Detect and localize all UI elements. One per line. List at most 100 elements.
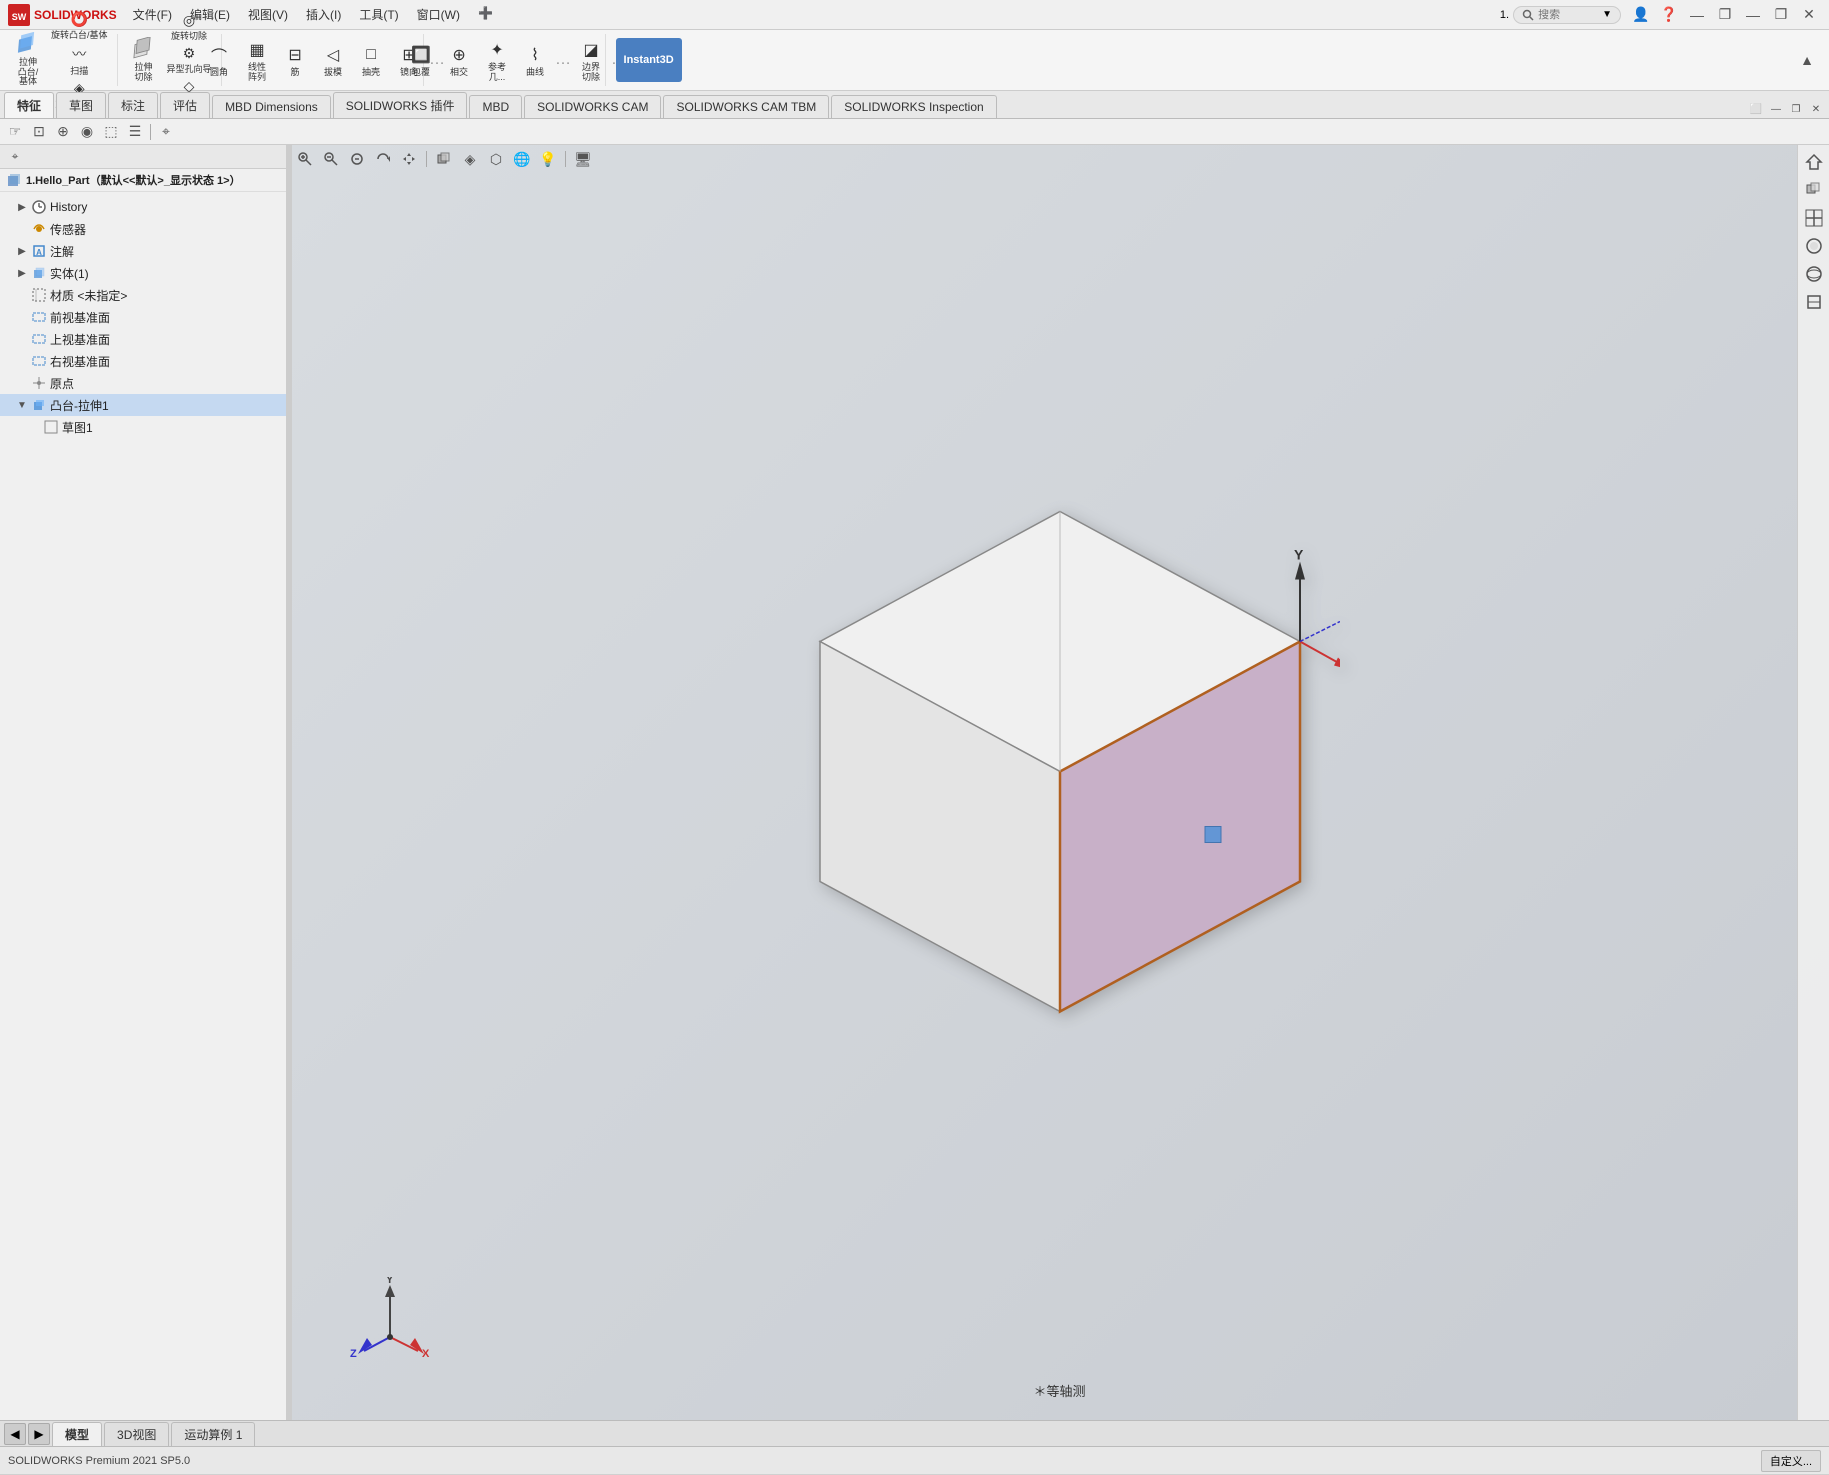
- tab-motion1[interactable]: 运动算例 1: [171, 1422, 255, 1446]
- draft-button[interactable]: ◁ 拔模: [315, 41, 351, 80]
- rmini-section-button[interactable]: [1801, 205, 1827, 231]
- rib-button[interactable]: ⊟ 筋: [277, 41, 313, 80]
- material-expand-icon[interactable]: [16, 289, 28, 301]
- zoom-view-button[interactable]: [346, 148, 368, 170]
- filter-icon-button[interactable]: ⌖: [4, 146, 26, 168]
- rmini-home-button[interactable]: [1801, 149, 1827, 175]
- rmini-decals-button[interactable]: [1801, 289, 1827, 315]
- tab-sw-addins[interactable]: SOLIDWORKS 插件: [333, 92, 468, 118]
- shell-button[interactable]: □ 抽壳: [353, 41, 389, 80]
- zoom-area-button[interactable]: [294, 148, 316, 170]
- view-orientation-button[interactable]: ◈: [459, 148, 481, 170]
- tab-sw-cam[interactable]: SOLIDWORKS CAM: [524, 95, 661, 118]
- annotation-expand-icon[interactable]: ▶: [16, 245, 28, 257]
- search-bar[interactable]: ▼: [1513, 6, 1621, 24]
- filter-button[interactable]: ⌖: [155, 121, 177, 143]
- linear-pattern-button[interactable]: ▦ 线性阵列: [239, 36, 275, 85]
- top-plane-expand-icon[interactable]: [16, 333, 28, 345]
- right-plane-expand-icon[interactable]: [16, 355, 28, 367]
- nav-next-button[interactable]: ▶: [28, 1423, 50, 1445]
- tab-sketch[interactable]: 草图: [56, 92, 106, 118]
- tree-item-sketch1[interactable]: 草图1: [0, 416, 289, 438]
- sensor-expand-icon[interactable]: [16, 223, 28, 235]
- tab-evaluate[interactable]: 评估: [160, 92, 210, 118]
- panel-min-button[interactable]: ⬜: [1747, 100, 1765, 118]
- tree-item-right-plane[interactable]: 右视基准面: [0, 350, 289, 372]
- nav-prev-button[interactable]: ◀: [4, 1423, 26, 1445]
- search-input[interactable]: [1538, 9, 1598, 21]
- boss-extrude-expand-icon[interactable]: ▼: [16, 399, 28, 411]
- zoom-select-button[interactable]: ⊡: [28, 121, 50, 143]
- wrap-button[interactable]: 🔲 包覆: [403, 41, 439, 80]
- help-icon[interactable]: ❓: [1657, 3, 1681, 27]
- sub-restore-button[interactable]: ❐: [1769, 3, 1793, 27]
- rotate-view-button[interactable]: [372, 148, 394, 170]
- sketch1-expand-icon[interactable]: [28, 421, 40, 433]
- display-mode-button[interactable]: ◉: [76, 121, 98, 143]
- menu-view[interactable]: 视图(V): [240, 4, 296, 25]
- boundary-cut-button[interactable]: ◪ 边界切除: [573, 36, 609, 85]
- menu-window[interactable]: 窗口(W): [409, 4, 468, 25]
- tab-features[interactable]: 特征: [4, 92, 54, 118]
- tree-item-front-plane[interactable]: 前视基准面: [0, 306, 289, 328]
- tab-model[interactable]: 模型: [52, 1422, 102, 1446]
- rmini-environment-button[interactable]: [1801, 261, 1827, 287]
- toolbar-collapse-button[interactable]: ▲: [1797, 50, 1817, 70]
- tree-item-material[interactable]: 材质 <未指定>: [0, 284, 289, 306]
- sub-minimize-button[interactable]: —: [1741, 3, 1765, 27]
- tab-markup[interactable]: 标注: [108, 92, 158, 118]
- close-button[interactable]: ✕: [1797, 3, 1821, 27]
- tree-item-boss-extrude[interactable]: ▼ 凸台-拉伸1: [0, 394, 289, 416]
- instant3d-button[interactable]: Instant3D: [616, 38, 682, 82]
- tab-sw-cam-tbm[interactable]: SOLIDWORKS CAM TBM: [663, 95, 829, 118]
- view-section-button[interactable]: ⬡: [485, 148, 507, 170]
- panel-max-button[interactable]: ❐: [1787, 100, 1805, 118]
- tree-item-origin[interactable]: 原点: [0, 372, 289, 394]
- view-display-button[interactable]: 🖥: [572, 148, 594, 170]
- history-expand-icon[interactable]: ▶: [16, 201, 28, 213]
- part-header[interactable]: 1.Hello_Part（默认<<默认>_显示状态 1>）: [0, 169, 289, 192]
- crosshair-button[interactable]: ⊕: [52, 121, 74, 143]
- view-realview-button[interactable]: 🌐: [511, 148, 533, 170]
- viewport[interactable]: ◈ ⬡ 🌐 💡 🖥: [290, 145, 1829, 1420]
- tab-mbd-dimensions[interactable]: MBD Dimensions: [212, 95, 331, 118]
- view-shadow-button[interactable]: 💡: [537, 148, 559, 170]
- pan-view-button[interactable]: [398, 148, 420, 170]
- panel-splitter[interactable]: [286, 145, 292, 1420]
- tab-sw-inspection[interactable]: SOLIDWORKS Inspection: [831, 95, 996, 118]
- display-style-button[interactable]: [433, 148, 455, 170]
- extrude-cut-button[interactable]: 拉伸切除: [126, 36, 162, 85]
- curves-button[interactable]: ⌇ 曲线: [517, 41, 553, 80]
- front-plane-expand-icon[interactable]: [16, 311, 28, 323]
- ref-geo-button[interactable]: ✦ 参考几...: [479, 36, 515, 85]
- tree-item-sensor[interactable]: 传感器: [0, 218, 289, 240]
- select-tool-button[interactable]: ☞: [4, 121, 26, 143]
- rmini-appearance-button[interactable]: [1801, 233, 1827, 259]
- tree-item-top-plane[interactable]: 上视基准面: [0, 328, 289, 350]
- menu-tools[interactable]: 工具(T): [351, 4, 406, 25]
- tree-item-history[interactable]: ▶ History: [0, 196, 289, 218]
- menu-insert[interactable]: 插入(I): [298, 4, 349, 25]
- fillet-button[interactable]: ⌒ 圆角: [201, 41, 237, 80]
- minimize-button[interactable]: —: [1685, 3, 1709, 27]
- revolve-boss-button[interactable]: ⭕ 旋转凸台/基体: [48, 10, 111, 42]
- tab-mbd[interactable]: MBD: [469, 95, 522, 118]
- solid-expand-icon[interactable]: ▶: [16, 267, 28, 279]
- boss-extrude-button[interactable]: 拉伸凸台/基体: [10, 31, 46, 90]
- tab-3dview[interactable]: 3D视图: [104, 1422, 169, 1446]
- tree-item-solid[interactable]: ▶ 实体(1): [0, 262, 289, 284]
- search-dropdown-icon[interactable]: ▼: [1602, 9, 1612, 20]
- panel-close-button[interactable]: ✕: [1807, 100, 1825, 118]
- tree-item-annotation[interactable]: ▶ A 注解: [0, 240, 289, 262]
- rmini-view-button[interactable]: [1801, 177, 1827, 203]
- wireframe-button[interactable]: ⬚: [100, 121, 122, 143]
- sweep-boss-button[interactable]: 〰 扫描: [48, 43, 111, 78]
- restore-button[interactable]: ❐: [1713, 3, 1737, 27]
- origin-expand-icon[interactable]: [16, 377, 28, 389]
- zoom-fit-button[interactable]: [320, 148, 342, 170]
- user-icon[interactable]: 👤: [1629, 3, 1653, 27]
- intersect-button[interactable]: ⊕ 相交: [441, 41, 477, 80]
- appearance-button[interactable]: ☰: [124, 121, 146, 143]
- menu-extra[interactable]: ➕: [470, 4, 501, 25]
- customize-button[interactable]: 自定义...: [1761, 1450, 1821, 1472]
